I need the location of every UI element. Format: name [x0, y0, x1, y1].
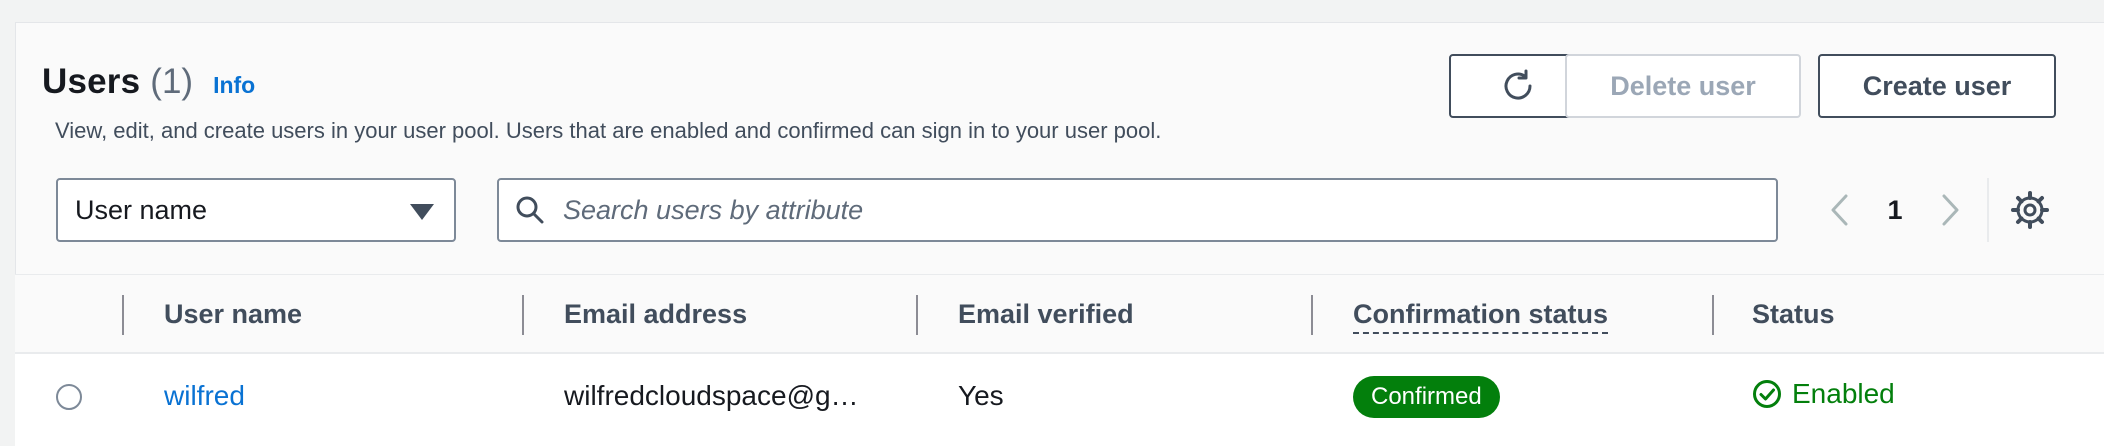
refresh-icon [1504, 69, 1532, 100]
page-description: View, edit, and create users in your use… [55, 118, 1162, 143]
column-divider[interactable] [1712, 295, 1714, 335]
search-input[interactable] [561, 193, 1725, 227]
users-header: Users (1) Info [42, 62, 255, 102]
column-divider[interactable] [1311, 295, 1313, 335]
chevron-right-icon [1942, 194, 1959, 226]
gear-icon[interactable] [2010, 190, 2050, 230]
table-row: wilfred wilfredcloudspace@g… Yes Confirm… [15, 354, 2104, 446]
pagination: 1 [1820, 182, 1970, 238]
attribute-select-value: User name [75, 194, 208, 225]
status-cell: Enabled [1752, 378, 1895, 410]
create-user-button[interactable]: Create user [1818, 54, 2056, 118]
column-divider[interactable] [522, 295, 524, 335]
user-count: (1) [150, 62, 194, 101]
table-header: User name Email address Email verified C… [15, 274, 2104, 354]
row-select-radio[interactable] [56, 384, 82, 410]
users-table: User name Email address Email verified C… [15, 274, 2104, 446]
page-title: Users (1) Info [42, 62, 255, 102]
current-page[interactable]: 1 [1860, 195, 1930, 226]
caret-down-icon [410, 204, 434, 220]
email-cell: wilfredcloudspace@g… [564, 380, 859, 411]
check-circle-icon [1753, 380, 1781, 408]
info-link[interactable]: Info [213, 72, 255, 99]
column-header-status[interactable]: Status [1752, 299, 1835, 330]
column-header-confirmation-status[interactable]: Confirmation status [1353, 299, 1609, 334]
title-text: Users [42, 62, 141, 101]
user-name-link[interactable]: wilfred [164, 380, 245, 412]
column-divider[interactable] [122, 295, 124, 335]
column-header-user-name[interactable]: User name [164, 299, 302, 330]
status-text: Enabled [1792, 378, 1895, 409]
chevron-left-icon [1831, 194, 1848, 226]
toolbar-divider [1987, 178, 1989, 242]
next-page-button[interactable] [1930, 182, 1970, 238]
search-icon [516, 196, 544, 224]
confirmation-status-badge: Confirmed [1353, 376, 1500, 418]
attribute-select[interactable]: User name [56, 178, 456, 242]
column-divider[interactable] [916, 295, 918, 335]
delete-user-button[interactable]: Delete user [1565, 54, 1801, 118]
column-header-email-verified[interactable]: Email verified [958, 299, 1134, 330]
search-field[interactable] [497, 178, 1778, 242]
previous-page-button[interactable] [1820, 182, 1860, 238]
column-header-email-address[interactable]: Email address [564, 299, 747, 330]
email-verified-cell: Yes [958, 380, 1004, 411]
